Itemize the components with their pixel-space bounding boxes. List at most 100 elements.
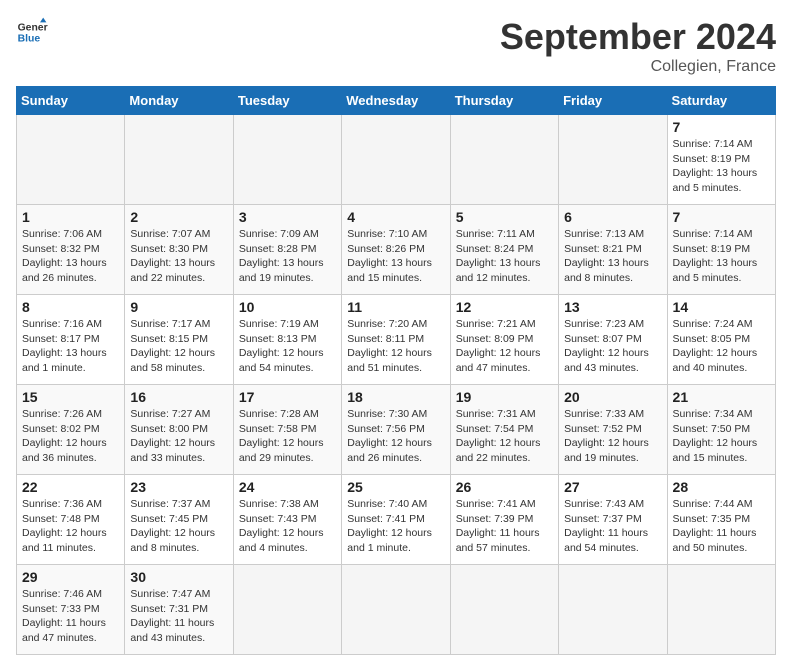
calendar-week-row: 22 Sunrise: 7:36 AMSunset: 7:48 PMDayligh… (17, 475, 776, 565)
day-number: 1 (22, 209, 119, 225)
day-info: Sunrise: 7:06 AMSunset: 8:32 PMDaylight:… (22, 227, 119, 286)
day-info: Sunrise: 7:13 AMSunset: 8:21 PMDaylight:… (564, 227, 661, 286)
calendar-cell: 21 Sunrise: 7:34 AMSunset: 7:50 PMDayligh… (667, 385, 775, 475)
calendar-cell: 16Sunrise: 7:27 AMSunset: 8:00 PMDayligh… (125, 385, 233, 475)
calendar-header-row: Sunday Monday Tuesday Wednesday Thursday… (17, 87, 776, 115)
col-thursday: Thursday (450, 87, 558, 115)
calendar-cell: 8 Sunrise: 7:16 AMSunset: 8:17 PMDaylight… (17, 295, 125, 385)
day-info: Sunrise: 7:09 AMSunset: 8:28 PMDaylight:… (239, 227, 336, 286)
day-info: Sunrise: 7:36 AMSunset: 7:48 PMDaylight:… (22, 497, 119, 556)
calendar-cell: 24 Sunrise: 7:38 AMSunset: 7:43 PMDayligh… (233, 475, 341, 565)
day-info: Sunrise: 7:24 AMSunset: 8:05 PMDaylight:… (673, 317, 770, 376)
page-header: General Blue September 2024 Collegien, F… (16, 16, 776, 76)
calendar-cell: 26Sunrise: 7:41 AMSunset: 7:39 PMDayligh… (450, 475, 558, 565)
calendar-cell (342, 565, 450, 655)
day-number: 27 (564, 479, 661, 495)
day-number: 21 (673, 389, 770, 405)
day-info: Sunrise: 7:43 AMSunset: 7:37 PMDaylight:… (564, 497, 661, 556)
day-info: Sunrise: 7:21 AMSunset: 8:09 PMDaylight:… (456, 317, 553, 376)
calendar-cell (233, 565, 341, 655)
day-info: Sunrise: 7:19 AMSunset: 8:13 PMDaylight:… (239, 317, 336, 376)
day-number: 22 (22, 479, 119, 495)
day-info: Sunrise: 7:44 AMSunset: 7:35 PMDaylight:… (673, 497, 770, 556)
calendar-cell: 27 Sunrise: 7:43 AMSunset: 7:37 PMDayligh… (559, 475, 667, 565)
day-number: 19 (456, 389, 553, 405)
logo: General Blue (16, 16, 48, 48)
calendar-cell: 19 Sunrise: 7:31 AMSunset: 7:54 PMDayligh… (450, 385, 558, 475)
calendar-week-row: 1 Sunrise: 7:06 AMSunset: 8:32 PMDaylight… (17, 205, 776, 295)
day-info: Sunrise: 7:33 AMSunset: 7:52 PMDaylight:… (564, 407, 661, 466)
calendar-cell: 20 Sunrise: 7:33 AMSunset: 7:52 PMDayligh… (559, 385, 667, 475)
calendar-cell: 14Sunrise: 7:24 AMSunset: 8:05 PMDayligh… (667, 295, 775, 385)
day-info: Sunrise: 7:38 AMSunset: 7:43 PMDaylight:… (239, 497, 336, 556)
day-number: 13 (564, 299, 661, 315)
calendar-cell: 3 Sunrise: 7:09 AMSunset: 8:28 PMDaylight… (233, 205, 341, 295)
calendar-cell (17, 115, 125, 205)
day-number: 6 (564, 209, 661, 225)
calendar-cell: 12 Sunrise: 7:21 AMSunset: 8:09 PMDayligh… (450, 295, 558, 385)
day-number: 15 (22, 389, 119, 405)
day-number: 18 (347, 389, 444, 405)
calendar-week-row: 8 Sunrise: 7:16 AMSunset: 8:17 PMDaylight… (17, 295, 776, 385)
day-number: 9 (130, 299, 227, 315)
svg-text:Blue: Blue (18, 34, 41, 45)
calendar-cell: 23Sunrise: 7:37 AMSunset: 7:45 PMDayligh… (125, 475, 233, 565)
calendar-cell (667, 565, 775, 655)
col-tuesday: Tuesday (233, 87, 341, 115)
title-area: September 2024 Collegien, France (500, 16, 776, 76)
col-wednesday: Wednesday (342, 87, 450, 115)
day-number: 2 (130, 209, 227, 225)
day-number: 20 (564, 389, 661, 405)
calendar-cell: 13Sunrise: 7:23 AMSunset: 8:07 PMDayligh… (559, 295, 667, 385)
day-info: Sunrise: 7:10 AMSunset: 8:26 PMDaylight:… (347, 227, 444, 286)
calendar-week-row: 15 Sunrise: 7:26 AMSunset: 8:02 PMDayligh… (17, 385, 776, 475)
day-info: Sunrise: 7:47 AMSunset: 7:31 PMDaylight:… (130, 587, 227, 646)
day-info: Sunrise: 7:34 AMSunset: 7:50 PMDaylight:… (673, 407, 770, 466)
day-number: 23 (130, 479, 227, 495)
day-info: Sunrise: 7:14 AMSunset: 8:19 PMDaylight:… (673, 227, 770, 286)
calendar-cell: 10 Sunrise: 7:19 AMSunset: 8:13 PMDayligh… (233, 295, 341, 385)
calendar-cell: 4 Sunrise: 7:10 AMSunset: 8:26 PMDaylight… (342, 205, 450, 295)
day-number: 28 (673, 479, 770, 495)
calendar-cell (125, 115, 233, 205)
day-info: Sunrise: 7:41 AMSunset: 7:39 PMDaylight:… (456, 497, 553, 556)
day-info: Sunrise: 7:26 AMSunset: 8:02 PMDaylight:… (22, 407, 119, 466)
day-info: Sunrise: 7:07 AMSunset: 8:30 PMDaylight:… (130, 227, 227, 286)
calendar-cell: 5Sunrise: 7:11 AMSunset: 8:24 PMDaylight… (450, 205, 558, 295)
day-info: Sunrise: 7:31 AMSunset: 7:54 PMDaylight:… (456, 407, 553, 466)
day-info: Sunrise: 7:16 AMSunset: 8:17 PMDaylight:… (22, 317, 119, 376)
day-number: 16 (130, 389, 227, 405)
calendar-cell (450, 565, 558, 655)
calendar-cell: 30Sunrise: 7:47 AMSunset: 7:31 PMDayligh… (125, 565, 233, 655)
calendar-cell: 7 Sunrise: 7:14 AMSunset: 8:19 PMDaylight… (667, 205, 775, 295)
day-number: 25 (347, 479, 444, 495)
calendar-cell: 11Sunrise: 7:20 AMSunset: 8:11 PMDayligh… (342, 295, 450, 385)
svg-text:General: General (18, 22, 48, 33)
calendar-body: 7 Sunrise: 7:14 AMSunset: 8:19 PMDaylight… (17, 115, 776, 655)
calendar-cell: 25 Sunrise: 7:40 AMSunset: 7:41 PMDayligh… (342, 475, 450, 565)
day-number: 4 (347, 209, 444, 225)
location: Collegien, France (500, 58, 776, 76)
calendar-cell: 18Sunrise: 7:30 AMSunset: 7:56 PMDayligh… (342, 385, 450, 475)
day-info: Sunrise: 7:46 AMSunset: 7:33 PMDaylight:… (22, 587, 119, 646)
calendar-week-row: 29 Sunrise: 7:46 AMSunset: 7:33 PMDayligh… (17, 565, 776, 655)
day-number: 8 (22, 299, 119, 315)
day-number: 12 (456, 299, 553, 315)
day-number: 17 (239, 389, 336, 405)
calendar-cell (450, 115, 558, 205)
day-number: 29 (22, 569, 119, 585)
col-friday: Friday (559, 87, 667, 115)
calendar-cell: 29 Sunrise: 7:46 AMSunset: 7:33 PMDayligh… (17, 565, 125, 655)
calendar-cell: 7Sunrise: 7:14 AMSunset: 8:19 PMDaylight… (667, 115, 775, 205)
day-number: 3 (239, 209, 336, 225)
day-number: 24 (239, 479, 336, 495)
calendar-cell: 6 Sunrise: 7:13 AMSunset: 8:21 PMDaylight… (559, 205, 667, 295)
calendar-cell (559, 115, 667, 205)
day-info: Sunrise: 7:14 AMSunset: 8:19 PMDaylight:… (673, 137, 770, 196)
day-number: 10 (239, 299, 336, 315)
calendar-cell: 1 Sunrise: 7:06 AMSunset: 8:32 PMDaylight… (17, 205, 125, 295)
day-number: 7 (673, 209, 770, 225)
col-monday: Monday (125, 87, 233, 115)
day-info: Sunrise: 7:40 AMSunset: 7:41 PMDaylight:… (347, 497, 444, 556)
calendar-cell (233, 115, 341, 205)
